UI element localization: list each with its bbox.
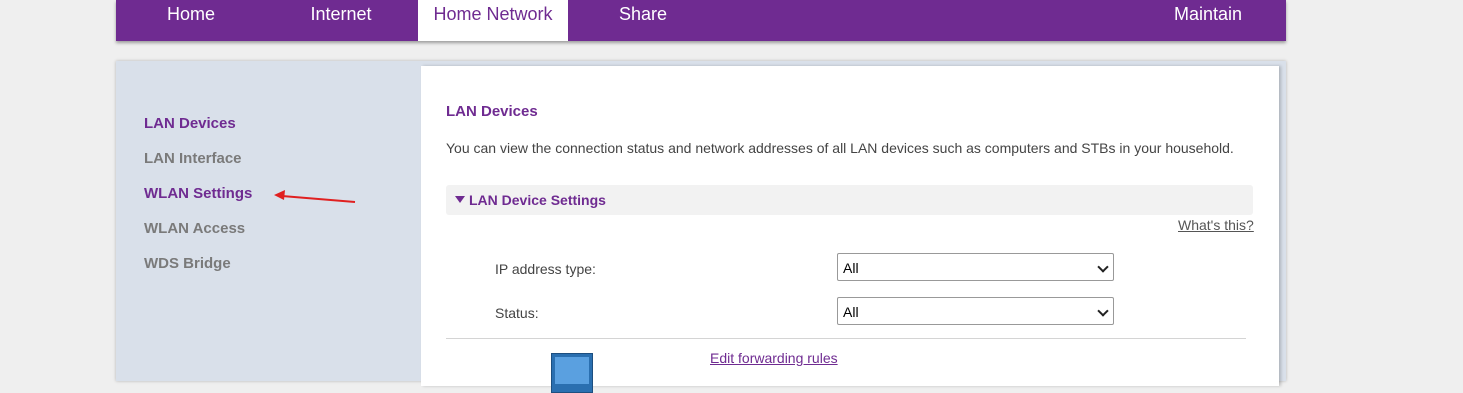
- sidebar-item-wlan-settings[interactable]: WLAN Settings: [144, 185, 252, 203]
- sidebar-item-wds-bridge[interactable]: WDS Bridge: [144, 255, 231, 273]
- page-description: You can view the connection status and n…: [446, 140, 1234, 156]
- ip-address-type-label: IP address type:: [495, 261, 596, 277]
- page-title: LAN Devices: [446, 103, 538, 120]
- divider: [446, 338, 1246, 339]
- status-label: Status:: [495, 305, 539, 321]
- select-value: All: [843, 260, 859, 276]
- tab-share[interactable]: Share: [598, 0, 688, 41]
- annotation-arrow-icon: [274, 190, 356, 203]
- ip-address-type-select[interactable]: All: [837, 253, 1114, 281]
- computer-icon: [551, 353, 593, 393]
- whats-this-link[interactable]: What's this?: [1178, 217, 1254, 233]
- main-panel: LAN Devices LAN Interface WLAN Settings …: [116, 61, 1286, 393]
- content-area: LAN Devices You can view the connection …: [421, 66, 1279, 393]
- tab-maintain[interactable]: Maintain: [1158, 0, 1258, 41]
- tab-home-network[interactable]: Home Network: [418, 0, 568, 41]
- section-header-lan-device-settings[interactable]: LAN Device Settings: [446, 185, 1253, 215]
- tab-home[interactable]: Home: [146, 0, 236, 41]
- triangle-down-icon: [455, 196, 465, 203]
- status-select[interactable]: All: [837, 297, 1114, 325]
- edit-forwarding-rules-link[interactable]: Edit forwarding rules: [710, 350, 838, 366]
- sidebar-item-lan-devices[interactable]: LAN Devices: [144, 115, 236, 133]
- chevron-down-icon: [1097, 305, 1109, 317]
- sidebar-item-wlan-access[interactable]: WLAN Access: [144, 220, 245, 238]
- section-title: LAN Device Settings: [469, 192, 606, 208]
- sidebar-item-lan-interface[interactable]: LAN Interface: [144, 150, 242, 168]
- chevron-down-icon: [1097, 261, 1109, 273]
- select-value: All: [843, 304, 859, 320]
- tab-internet[interactable]: Internet: [296, 0, 386, 41]
- top-navigation: Home Internet Home Network Share Maintai…: [116, 0, 1286, 41]
